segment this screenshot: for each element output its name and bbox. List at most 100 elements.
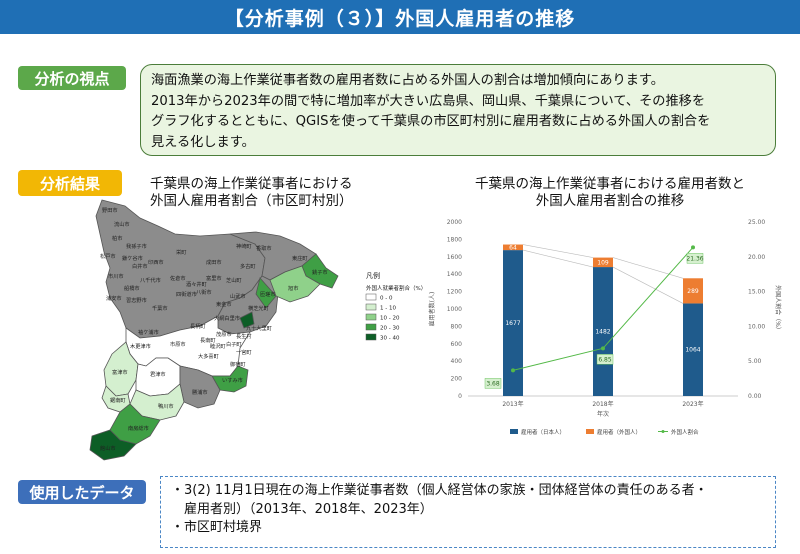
ratio-value-label: 21.36 bbox=[686, 255, 703, 262]
map-place-label: 銚子市 bbox=[312, 268, 328, 276]
legend-item-label: 20 - 30 bbox=[380, 326, 400, 332]
map-place-label: 千葉市 bbox=[152, 304, 168, 312]
y2-axis-label: 外国人割合（%） bbox=[774, 285, 782, 333]
legend-label-foreign: 雇用者（外国人） bbox=[597, 428, 641, 436]
map-place-label: 流山市 bbox=[114, 220, 130, 228]
chiba-choropleth-map: 銚子市 旭市 匝瑳市 横芝光町 山武市 九十九里町 いすみ市 勝浦市 鴨川市 南… bbox=[89, 199, 426, 461]
legend-swatch-ratio-point bbox=[661, 430, 665, 433]
bar-connector-line bbox=[522, 249, 594, 268]
map-place-label: 大網白里市 bbox=[214, 314, 240, 322]
section-label-results: 分析結果 bbox=[18, 170, 122, 196]
map-place-label: 印西市 bbox=[148, 258, 164, 266]
map-place-label: 旭市 bbox=[288, 284, 298, 292]
map-place-label: 横芝光町 bbox=[248, 304, 269, 312]
y2-tick-label: 10.00 bbox=[748, 323, 765, 330]
map-place-label: 習志野市 bbox=[126, 296, 147, 304]
y-tick-label: 1000 bbox=[447, 306, 462, 313]
x-tick-label: 2023年 bbox=[682, 400, 703, 408]
data-used-line: 雇用者別）（2013年、2018年、2023年） bbox=[171, 501, 433, 517]
bar-connector-line bbox=[522, 244, 594, 258]
map-place-label: いすみ市 bbox=[222, 376, 243, 384]
legend-swatch bbox=[365, 333, 377, 341]
map-place-label: 船橋市 bbox=[124, 284, 140, 292]
y2-tick-label: 15.00 bbox=[748, 289, 765, 296]
ratio-point bbox=[691, 245, 695, 250]
map-place-label: 九十九里町 bbox=[246, 324, 272, 332]
viewpoint-line: 2013年から2023年の間で特に増加率が大きい広島県、岡山県、千葉県について、… bbox=[151, 93, 706, 109]
map-place-label: 一宮町 bbox=[236, 348, 252, 356]
ratio-value-label: 6.85 bbox=[598, 356, 612, 363]
map-place-label: 浦安市 bbox=[106, 294, 122, 302]
legend-label-japanese: 雇用者（日本人） bbox=[521, 428, 565, 436]
legend-label-ratio: 外国人割合 bbox=[671, 428, 699, 436]
legend-item-label: 10 - 20 bbox=[380, 316, 400, 322]
chart-title-line: 外国人雇用者割合の推移 bbox=[535, 193, 685, 209]
bar-foreign-value-label: 64 bbox=[509, 244, 517, 251]
map-place-label: 八街市 bbox=[196, 288, 212, 296]
map-place-label: 長生村 bbox=[236, 332, 252, 340]
y-tick-label: 200 bbox=[451, 376, 463, 383]
viewpoint-line: 見える化します。 bbox=[151, 134, 255, 150]
map-place-label: 白井市 bbox=[132, 262, 148, 270]
map-place-label: 勝浦市 bbox=[192, 388, 208, 396]
map-place-label: 市川市 bbox=[108, 272, 124, 280]
map-place-label: 南房総市 bbox=[128, 424, 149, 432]
map-place-label: 我孫子市 bbox=[126, 242, 147, 250]
map-place-label: 長南町 bbox=[200, 336, 216, 344]
viewpoint-text-box: 海面漁業の海上作業従事者数の雇用者数に占める外国人の割合は増加傾向にあります。 … bbox=[140, 64, 776, 156]
legend-item-label: 30 - 40 bbox=[380, 336, 400, 342]
x-axis-label: 年次 bbox=[597, 410, 609, 418]
legend-subtitle: 外国人就業者割合（%） bbox=[366, 284, 426, 292]
x-tick-label: 2018年 bbox=[592, 400, 613, 408]
map-place-label: 成田市 bbox=[206, 258, 222, 266]
legend-title: 凡例 bbox=[366, 271, 380, 280]
ratio-value-label: 3.68 bbox=[486, 380, 500, 387]
y-tick-label: 600 bbox=[451, 341, 463, 348]
chart-title-line: 千葉県の海上作業従事者における雇用者数と bbox=[475, 176, 745, 192]
ratio-point bbox=[511, 368, 515, 373]
y2-tick-label: 25.00 bbox=[748, 219, 765, 226]
page-title: 【分析事例（３）】外国人雇用者の推移 bbox=[0, 0, 800, 34]
map-place-label: 東金市 bbox=[216, 300, 232, 308]
map-place-label: 松戸市 bbox=[100, 252, 116, 260]
map-place-label: 御宿町 bbox=[230, 360, 246, 368]
y2-tick-label: 0.00 bbox=[748, 393, 762, 400]
section-label-data: 使用したデータ bbox=[18, 480, 146, 504]
ratio-point bbox=[601, 346, 605, 351]
map-place-label: 君津市 bbox=[150, 370, 166, 378]
map-place-label: 柏市 bbox=[112, 234, 122, 242]
map-place-label: 神崎町 bbox=[236, 242, 252, 250]
map-place-label: 佐倉市 bbox=[170, 274, 186, 282]
y-tick-label: 1800 bbox=[447, 236, 462, 243]
legend-swatch bbox=[365, 303, 377, 311]
map-place-label: 袖ケ浦市 bbox=[138, 328, 159, 336]
data-used-line: ・市区町村境界 bbox=[171, 520, 263, 535]
y-tick-label: 400 bbox=[451, 358, 463, 365]
map-place-label: 市原市 bbox=[170, 340, 186, 348]
legend-swatch bbox=[365, 323, 377, 331]
map-place-label: 館山市 bbox=[100, 444, 116, 452]
bar-japanese-value-label: 1064 bbox=[685, 347, 700, 354]
bar-foreign-value-label: 109 bbox=[597, 259, 609, 266]
viewpoint-line: グラフ化するとともに、QGISを使って千葉県の市区町村別に雇用者数に占める外国人… bbox=[151, 114, 711, 129]
map-place-label: 匝瑳市 bbox=[260, 290, 276, 298]
viewpoint-line: 海面漁業の海上作業従事者数の雇用者数に占める外国人の割合は増加傾向にあります。 bbox=[151, 73, 664, 88]
legend-swatch-japanese bbox=[510, 429, 518, 434]
map-place-label: 八千代市 bbox=[140, 276, 161, 284]
chart-title: 千葉県の海上作業従事者における雇用者数と 外国人雇用者割合の推移 bbox=[440, 176, 780, 210]
bar-connector-line bbox=[612, 257, 684, 279]
data-used-line: ・3(2) 11月1日現在の海上作業従事者数（個人経営体の家族・団体経営体の責任… bbox=[171, 483, 708, 498]
y-tick-label: 2000 bbox=[447, 219, 462, 226]
map-place-label: 山武市 bbox=[230, 292, 246, 300]
bar-japanese-value-label: 1482 bbox=[595, 329, 610, 336]
map-place-label: 木更津市 bbox=[130, 342, 151, 350]
map-place-label: 香取市 bbox=[256, 244, 272, 252]
map-title-line: 千葉県の海上作業従事者における bbox=[150, 176, 353, 192]
section-label-viewpoint: 分析の視点 bbox=[18, 66, 126, 90]
map-place-label: 野田市 bbox=[102, 206, 118, 214]
map-place-label: 富里市 bbox=[206, 274, 222, 282]
map-place-label: 大多喜町 bbox=[198, 352, 219, 360]
map-place-label: 栄町 bbox=[176, 248, 186, 256]
y2-tick-label: 20.00 bbox=[748, 254, 765, 261]
legend-swatch-foreign bbox=[586, 429, 594, 434]
